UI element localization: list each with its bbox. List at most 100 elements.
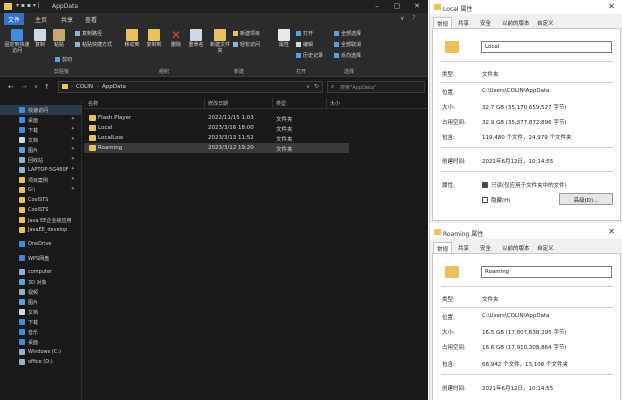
tab-file[interactable]: 文件 <box>4 13 25 25</box>
address-box[interactable]: › COLIN › AppData ∨ ↻ <box>58 81 323 93</box>
recent-dropdown-icon[interactable]: ∨ <box>34 84 38 90</box>
address-dropdown-icon[interactable]: ∨ <box>306 84 310 90</box>
sidebar-item[interactable]: 快速访问 <box>0 105 82 115</box>
delete-button[interactable]: ✕ 删除 <box>168 29 184 48</box>
sidebar-item[interactable]: 项目案例 ✦ <box>0 175 82 185</box>
copy-to-button[interactable]: 复制到 <box>144 29 164 48</box>
rename-button[interactable]: 重命名 <box>186 29 206 48</box>
close-icon[interactable]: ✕ <box>608 227 615 236</box>
divider <box>441 286 613 287</box>
chevron-down-icon[interactable]: ∨ <box>400 15 404 22</box>
forward-arrow-icon[interactable]: → <box>21 83 27 91</box>
sidebar-item[interactable]: JavaEE_develop <box>0 225 82 235</box>
history-button[interactable]: 历史记录 <box>296 52 323 59</box>
advanced-button[interactable]: 高级(D)... <box>559 193 613 205</box>
table-row[interactable]: Roaming 2023/3/12 19:20 文件夹 <box>84 143 349 153</box>
sidebar-item[interactable]: Windows (C:) <box>0 347 82 357</box>
back-arrow-icon[interactable]: ← <box>8 83 14 91</box>
column-divider[interactable] <box>326 98 327 108</box>
new-folder-button[interactable]: 新建文件夹 <box>210 29 230 54</box>
tab-security[interactable]: 安全 <box>477 17 494 28</box>
tab-share[interactable]: 共享 <box>61 15 73 24</box>
hidden-checkbox[interactable] <box>482 197 488 203</box>
sidebar-item[interactable]: 下载 <box>0 317 82 327</box>
up-arrow-icon[interactable]: ↑ <box>44 83 50 91</box>
column-divider[interactable] <box>204 98 205 108</box>
tab-security[interactable]: 安全 <box>477 242 494 253</box>
sidebar-item[interactable]: 图片 <box>0 297 82 307</box>
sidebar-item[interactable]: 回收站 ✦ <box>0 155 82 165</box>
sidebar-item[interactable]: 桌面 <box>0 337 82 347</box>
sidebar-item[interactable]: Java EE企业级应用 <box>0 215 82 225</box>
copy-path-button[interactable]: 复制路径 <box>75 30 102 37</box>
folder-name-input[interactable]: Local <box>481 41 612 53</box>
edit-button[interactable]: 编辑 <box>296 41 313 48</box>
open-button[interactable]: 打开 <box>296 30 313 37</box>
select-none-button[interactable]: 全部取消 <box>334 41 361 48</box>
sidebar-item[interactable]: 桌面 ✦ <box>0 115 82 125</box>
column-size[interactable]: 大小 <box>330 100 340 107</box>
move-to-button[interactable]: 移动到 <box>122 29 142 48</box>
tab-home[interactable]: 主页 <box>35 15 47 24</box>
cut-button[interactable]: 剪切 <box>55 56 72 63</box>
sidebar-item[interactable]: computer <box>0 267 82 277</box>
folder-name-input[interactable]: Roaming <box>481 266 612 278</box>
quick-access-toolbar-icon[interactable]: ▾ ▪ ▪ ▾ | <box>16 2 40 9</box>
properties-button[interactable]: 属性 <box>276 29 292 48</box>
sidebar-item[interactable]: office (D:) <box>0 357 82 367</box>
sidebar-item[interactable]: G:\ ✦ <box>0 185 82 195</box>
tab-sharing[interactable]: 共享 <box>455 17 472 28</box>
sidebar-item[interactable]: 视频 <box>0 287 82 297</box>
breadcrumb-colin[interactable]: COLIN <box>76 84 93 90</box>
column-type[interactable]: 类型 <box>276 100 286 107</box>
paste-button[interactable]: 粘贴 <box>50 29 68 48</box>
close-icon[interactable]: ✕ <box>608 2 615 11</box>
refresh-icon[interactable]: ↻ <box>314 83 319 90</box>
table-row[interactable]: Flash Player 2022/11/15 1:03 文件夹 <box>84 113 349 123</box>
sidebar-item[interactable]: 文档 ✦ <box>0 135 82 145</box>
column-date[interactable]: 修改日期 <box>208 100 228 107</box>
sidebar-item[interactable]: OneDrive <box>0 239 82 249</box>
general-panel: Roaming 类型: 文件夹 位置: C:\Users\COLIN\AppDa… <box>432 253 621 400</box>
tab-previous-versions[interactable]: 以前的版本 <box>499 242 533 253</box>
sidebar-item[interactable]: CoolSTS <box>0 205 82 215</box>
sidebar-item[interactable]: 图片 ✦ <box>0 145 82 155</box>
tab-general[interactable]: 常规 <box>433 242 453 253</box>
tab-customize[interactable]: 自定义 <box>534 242 557 253</box>
new-item-button[interactable]: 新建项目 <box>233 30 260 37</box>
select-all-button[interactable]: 全部选择 <box>334 30 361 37</box>
tab-sharing[interactable]: 共享 <box>455 242 472 253</box>
help-icon[interactable]: ? <box>412 14 416 22</box>
sidebar-item[interactable]: CoolSTS <box>0 195 82 205</box>
tab-customize[interactable]: 自定义 <box>534 17 557 28</box>
search-input[interactable]: ⌕ 搜索"AppData" <box>327 81 425 93</box>
minimize-button[interactable]: – <box>372 2 382 10</box>
breadcrumb-appdata[interactable]: AppData <box>102 84 126 90</box>
copy-button[interactable]: 复制 <box>32 29 48 48</box>
dialog-title: Roaming 属性 <box>443 231 484 238</box>
readonly-checkbox[interactable] <box>482 182 488 188</box>
paste-shortcut-button[interactable]: 粘贴快捷方式 <box>75 41 112 48</box>
table-row[interactable]: LocalLow 2023/3/13 11:52 文件夹 <box>84 133 349 143</box>
sidebar-item[interactable]: 下载 ✦ <box>0 125 82 135</box>
type-label: 类型: <box>442 72 455 78</box>
sidebar-item[interactable]: 文档 <box>0 307 82 317</box>
sidebar-item[interactable]: WPS网盘 <box>0 253 82 263</box>
pin-quick-access-button[interactable]: 固定到快速访问 <box>4 29 30 54</box>
sidebar-item[interactable]: LAPTOP-5G480F ✦ <box>0 165 82 175</box>
tab-general[interactable]: 常规 <box>433 17 453 28</box>
easy-access-button[interactable]: 轻松访问 <box>233 41 260 48</box>
column-name[interactable]: 名称 <box>88 100 98 107</box>
column-divider[interactable] <box>272 98 273 108</box>
sidebar-item[interactable]: 音乐 <box>0 327 82 337</box>
invert-selection-button[interactable]: 反向选择 <box>334 52 361 59</box>
table-row[interactable]: Local 2023/3/16 18:00 文件夹 <box>84 123 349 133</box>
easy-access-icon <box>233 42 238 47</box>
maximize-button[interactable]: ▢ <box>392 2 402 10</box>
close-button[interactable]: ✕ <box>412 2 422 10</box>
sidebar-item[interactable]: 3D 对象 <box>0 277 82 287</box>
tab-previous-versions[interactable]: 以前的版本 <box>499 17 533 28</box>
tab-view[interactable]: 查看 <box>85 15 97 24</box>
sidebar-item-label: CoolSTS <box>28 197 49 203</box>
folder-icon <box>89 145 96 151</box>
